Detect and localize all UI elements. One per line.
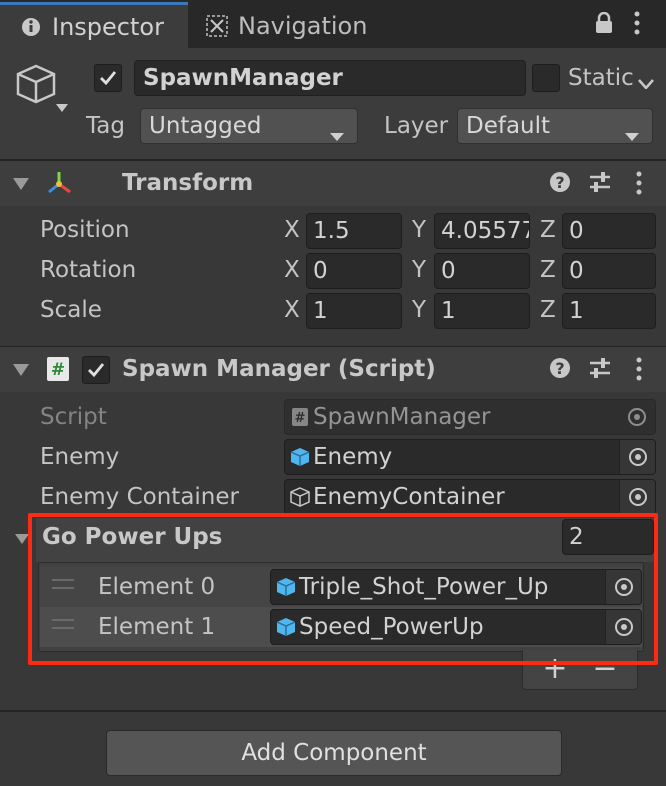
position-z-label[interactable]: Z bbox=[540, 217, 556, 243]
layer-dropdown[interactable]: Default bbox=[457, 108, 653, 144]
enemy-container-field-label: Enemy Container bbox=[40, 484, 239, 510]
position-z-field[interactable]: 0 bbox=[562, 213, 656, 249]
position-y-field[interactable]: 4.05577 bbox=[434, 213, 530, 249]
rotation-y-label[interactable]: Y bbox=[412, 257, 426, 283]
help-icon[interactable]: ? bbox=[548, 170, 572, 198]
tag-value: Untagged bbox=[149, 113, 262, 139]
svg-text:?: ? bbox=[555, 359, 564, 378]
lock-icon[interactable] bbox=[594, 11, 614, 38]
scale-x-field[interactable]: 1 bbox=[306, 293, 402, 329]
script-field: # SpawnManager bbox=[284, 399, 656, 435]
rotation-x-label[interactable]: X bbox=[284, 257, 300, 283]
highlight-box bbox=[28, 513, 658, 665]
object-picker-icon[interactable] bbox=[619, 480, 655, 514]
script-component-title: Spawn Manager (Script) bbox=[122, 356, 436, 382]
svg-text:#: # bbox=[295, 411, 306, 426]
rotation-z-field[interactable]: 0 bbox=[562, 253, 656, 289]
presets-icon[interactable] bbox=[588, 356, 612, 384]
position-x-field[interactable]: 1.5 bbox=[306, 213, 402, 249]
script-field-value: SpawnManager bbox=[313, 404, 491, 430]
layer-label: Layer bbox=[384, 113, 449, 139]
scale-y-field[interactable]: 1 bbox=[434, 293, 530, 329]
layer-chevron-down-icon bbox=[624, 122, 640, 148]
prefab-cube-icon bbox=[289, 446, 311, 468]
transform-icon bbox=[44, 168, 74, 202]
scale-x-label[interactable]: X bbox=[284, 297, 300, 323]
scale-z-label[interactable]: Z bbox=[540, 297, 556, 323]
tab-navigation-label: Navigation bbox=[238, 12, 368, 40]
rotation-x-field[interactable]: 0 bbox=[306, 253, 402, 289]
gameobject-cube-icon bbox=[289, 486, 311, 508]
tag-chevron-down-icon bbox=[329, 122, 345, 148]
position-x-label[interactable]: X bbox=[284, 217, 300, 243]
object-name-field[interactable]: SpawnManager bbox=[134, 60, 526, 96]
layer-value: Default bbox=[466, 113, 551, 139]
script-hash-icon: # bbox=[46, 356, 70, 386]
foldout-arrow-icon[interactable] bbox=[12, 362, 30, 381]
svg-text:?: ? bbox=[555, 173, 564, 192]
scale-label: Scale bbox=[40, 297, 102, 323]
svg-text:#: # bbox=[51, 360, 65, 380]
tab-inspector-label: Inspector bbox=[52, 12, 164, 41]
tab-inspector[interactable]: Inspector bbox=[0, 2, 188, 48]
add-component-button[interactable]: Add Component bbox=[106, 730, 562, 776]
enemy-field[interactable]: Enemy bbox=[284, 439, 656, 475]
script-field-label: Script bbox=[40, 404, 107, 430]
static-dropdown-arrow-icon[interactable] bbox=[638, 74, 654, 93]
object-picker-icon[interactable] bbox=[619, 440, 655, 474]
kebab-menu-icon[interactable] bbox=[632, 10, 642, 40]
position-label: Position bbox=[40, 217, 130, 243]
transform-title: Transform bbox=[122, 170, 254, 196]
component-menu-icon[interactable] bbox=[634, 356, 644, 386]
foldout-arrow-icon[interactable] bbox=[12, 176, 30, 195]
info-icon bbox=[20, 16, 42, 38]
rotation-label: Rotation bbox=[40, 257, 137, 283]
object-picker-icon bbox=[619, 400, 655, 434]
static-checkbox[interactable] bbox=[532, 64, 560, 92]
position-y-label[interactable]: Y bbox=[412, 217, 426, 243]
static-label: Static bbox=[568, 65, 634, 91]
scale-y-label[interactable]: Y bbox=[412, 297, 426, 323]
active-checkbox[interactable] bbox=[94, 64, 122, 92]
enemy-field-label: Enemy bbox=[40, 444, 120, 470]
scale-z-field[interactable]: 1 bbox=[562, 293, 656, 329]
rotation-y-field[interactable]: 0 bbox=[434, 253, 530, 289]
enemy-field-value: Enemy bbox=[313, 444, 393, 470]
tag-dropdown[interactable]: Untagged bbox=[140, 108, 358, 144]
enemy-container-field-value: EnemyContainer bbox=[313, 484, 505, 510]
navigation-icon bbox=[206, 15, 228, 37]
tag-label: Tag bbox=[86, 113, 125, 139]
script-hash-icon: # bbox=[289, 406, 311, 428]
help-icon[interactable]: ? bbox=[548, 356, 572, 384]
divider bbox=[0, 710, 666, 712]
presets-icon[interactable] bbox=[588, 170, 612, 198]
tab-navigation[interactable]: Navigation bbox=[200, 4, 400, 48]
rotation-z-label[interactable]: Z bbox=[540, 257, 556, 283]
gameobject-cube-icon[interactable] bbox=[14, 62, 72, 120]
script-enabled-checkbox[interactable] bbox=[82, 356, 110, 384]
enemy-container-field[interactable]: EnemyContainer bbox=[284, 479, 656, 515]
component-menu-icon[interactable] bbox=[634, 170, 644, 200]
